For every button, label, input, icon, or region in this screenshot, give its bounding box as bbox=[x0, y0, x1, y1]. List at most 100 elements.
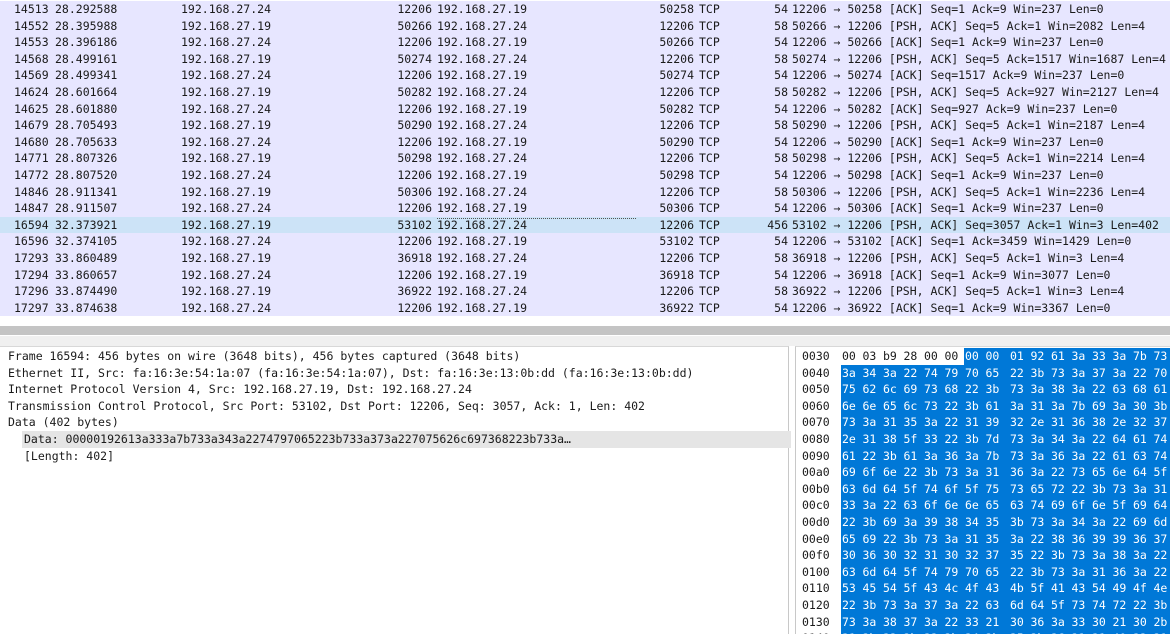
hex-byte[interactable]: 3a bbox=[1070, 447, 1092, 465]
hex-byte[interactable]: 72 bbox=[1050, 480, 1072, 498]
hex-byte[interactable]: 3a bbox=[1111, 364, 1133, 382]
hex-byte[interactable]: 73 bbox=[1029, 514, 1051, 531]
hex-byte[interactable]: 70 bbox=[1152, 364, 1170, 382]
packet-row[interactable]: 14680 28.705633 192.168.27.24 12206 192.168.… bbox=[0, 133, 1170, 151]
packet-row[interactable]: 14552 28.395988 192.168.27.19 50266 192.168.… bbox=[0, 17, 1170, 35]
hex-byte[interactable]: 22 bbox=[943, 397, 965, 415]
hex-byte[interactable]: 3a bbox=[1070, 364, 1092, 382]
packet-row[interactable]: 14569 28.499341 192.168.27.24 12206 192.168.… bbox=[0, 67, 1170, 84]
hex-byte[interactable]: 5f bbox=[902, 580, 924, 597]
hex-byte[interactable]: 3b bbox=[1029, 364, 1051, 382]
hex-row[interactable]: 00f0 30 36 30 32 31 30 32 37 35 22 3b 73 3a 38 3a 22 bbox=[796, 547, 1170, 564]
hex-byte[interactable]: 73 bbox=[1009, 480, 1031, 498]
hex-byte[interactable]: 22 bbox=[902, 464, 924, 481]
hex-byte[interactable]: 40 bbox=[1111, 630, 1133, 634]
hex-byte[interactable]: 3b bbox=[1029, 563, 1051, 581]
hex-byte[interactable]: 65 bbox=[984, 563, 1010, 581]
hex-byte[interactable]: 73 bbox=[882, 597, 904, 614]
hex-byte[interactable]: 6e bbox=[943, 497, 965, 514]
hex-byte[interactable]: 36 bbox=[1050, 630, 1072, 634]
hex-byte[interactable]: 73 bbox=[1070, 597, 1092, 614]
hex-byte[interactable]: 3a bbox=[964, 464, 986, 481]
hex-byte[interactable]: 61 bbox=[1132, 431, 1154, 448]
hex-byte[interactable]: 3b bbox=[1152, 597, 1170, 614]
hex-byte[interactable]: 4f bbox=[964, 580, 986, 597]
hex-byte[interactable]: 33 bbox=[964, 613, 986, 631]
hex-byte[interactable]: 6e bbox=[882, 464, 904, 481]
hex-byte[interactable]: 4b bbox=[1009, 580, 1031, 597]
hex-byte[interactable]: 2b bbox=[861, 630, 883, 634]
hex-row[interactable]: 00c0 33 3a 22 63 6f 6e 6e 65 63 74 69 6f 6e 5f 69 64 bbox=[796, 497, 1170, 514]
detail-tree-item[interactable]: Transmission Control Protocol, Src Port:… bbox=[0, 398, 795, 415]
hex-row[interactable]: 0130 73 3a 38 37 3a 22 33 21 30 36 3a 33 30 21 30 2b bbox=[796, 613, 1170, 631]
hex-byte[interactable]: 3a bbox=[1091, 514, 1113, 531]
hex-byte[interactable]: 3a bbox=[841, 364, 863, 382]
hex-byte[interactable]: 5f bbox=[902, 563, 924, 581]
hex-row[interactable]: 0060 6e 6e 65 6c 73 22 3b 61 3a 31 3a 7b 69 3a 30 3b bbox=[796, 397, 1170, 415]
hex-byte[interactable]: 65 bbox=[882, 397, 904, 415]
hex-byte[interactable]: 30 bbox=[943, 547, 965, 564]
packet-row[interactable]: 14772 28.807520 192.168.27.24 12206 192.168.… bbox=[0, 167, 1170, 184]
hex-byte[interactable]: 39 bbox=[1111, 530, 1133, 548]
hex-byte[interactable]: 69 bbox=[841, 464, 863, 481]
hex-byte[interactable]: 6e bbox=[841, 397, 863, 415]
hex-byte[interactable]: 30 bbox=[1132, 613, 1154, 631]
hex-byte[interactable]: 31 bbox=[964, 414, 986, 431]
hex-byte[interactable]: 6e bbox=[861, 397, 883, 415]
hex-byte[interactable]: 41 bbox=[1050, 580, 1072, 597]
hex-byte[interactable]: 92 bbox=[1029, 348, 1051, 365]
hex-byte[interactable]: 65 bbox=[984, 364, 1010, 382]
hex-byte[interactable]: 5f bbox=[902, 480, 924, 498]
hex-byte[interactable]: 21 bbox=[984, 613, 1010, 631]
hex-byte[interactable]: 33 bbox=[923, 630, 945, 634]
hex-byte[interactable]: 37 bbox=[1091, 364, 1113, 382]
hex-byte[interactable]: 38 bbox=[1091, 414, 1113, 431]
hex-byte[interactable]: 31 bbox=[923, 547, 945, 564]
hex-byte[interactable]: 61 bbox=[1152, 381, 1170, 398]
hex-byte[interactable]: 61 bbox=[984, 397, 1010, 415]
hex-byte[interactable]: 53 bbox=[841, 580, 863, 597]
hex-byte[interactable]: 3a bbox=[1009, 530, 1031, 548]
hex-byte[interactable]: 73 bbox=[923, 381, 945, 398]
hex-byte[interactable]: 5f bbox=[902, 431, 924, 448]
hex-byte[interactable]: 3a bbox=[1029, 431, 1051, 448]
hex-byte[interactable]: 3b bbox=[861, 514, 883, 531]
hex-byte[interactable]: 34 bbox=[964, 514, 986, 531]
packet-list-horizontal-scrollbar[interactable] bbox=[0, 318, 1170, 336]
hex-byte[interactable]: 6c bbox=[902, 397, 924, 415]
hex-byte[interactable]: 3b bbox=[1009, 514, 1031, 531]
hex-byte[interactable]: 30 bbox=[841, 547, 863, 564]
hex-byte[interactable]: 00 bbox=[841, 348, 859, 365]
hex-byte[interactable]: 3a bbox=[1029, 381, 1051, 398]
packet-details-pane[interactable]: Frame 16594: 456 bytes on wire (3648 bit… bbox=[0, 346, 791, 634]
hex-byte[interactable]: 64 bbox=[1111, 431, 1133, 448]
hex-byte[interactable]: 22 bbox=[1152, 563, 1170, 581]
hex-byte[interactable]: 3a bbox=[861, 497, 883, 514]
hex-byte[interactable]: 64 bbox=[1029, 597, 1051, 614]
hex-byte[interactable]: 73 bbox=[1009, 381, 1031, 398]
hex-byte[interactable]: 2b bbox=[902, 630, 924, 634]
hex-byte[interactable]: 35 bbox=[984, 530, 1010, 548]
hex-byte[interactable]: 6e bbox=[1091, 497, 1113, 514]
hex-byte[interactable]: 35 bbox=[984, 514, 1010, 531]
hex-byte[interactable]: 79 bbox=[943, 364, 965, 382]
hex-byte[interactable]: 2b bbox=[1029, 630, 1051, 634]
hex-byte[interactable]: 36 bbox=[943, 447, 965, 465]
detail-tree-item[interactable]: Ethernet II, Src: fa:16:3e:54:1a:07 (fa:… bbox=[0, 365, 795, 382]
hex-byte[interactable]: 3a bbox=[1132, 480, 1154, 498]
hex-byte[interactable]: 75 bbox=[841, 381, 863, 398]
hex-byte[interactable]: 30 bbox=[1091, 613, 1113, 631]
hex-byte[interactable]: 3a bbox=[943, 530, 965, 548]
hex-byte[interactable]: 32 bbox=[902, 547, 924, 564]
hex-byte[interactable]: 74 bbox=[923, 563, 945, 581]
hex-row[interactable]: 0120 22 3b 73 3a 37 3a 22 63 6d 64 5f 73 74 72 22 3b bbox=[796, 597, 1170, 614]
hex-byte[interactable]: 01 bbox=[1009, 348, 1031, 365]
hex-byte[interactable]: 21 bbox=[1111, 613, 1133, 631]
hex-byte[interactable]: 22 bbox=[1091, 447, 1113, 465]
hex-byte[interactable]: 73 bbox=[1152, 348, 1170, 365]
hex-byte[interactable]: 36 bbox=[1050, 447, 1072, 465]
hex-byte[interactable]: 35 bbox=[1009, 547, 1031, 564]
hex-byte[interactable]: 63 bbox=[1111, 381, 1133, 398]
hex-byte[interactable]: 22 bbox=[861, 447, 883, 465]
hex-byte[interactable]: 37 bbox=[984, 547, 1010, 564]
